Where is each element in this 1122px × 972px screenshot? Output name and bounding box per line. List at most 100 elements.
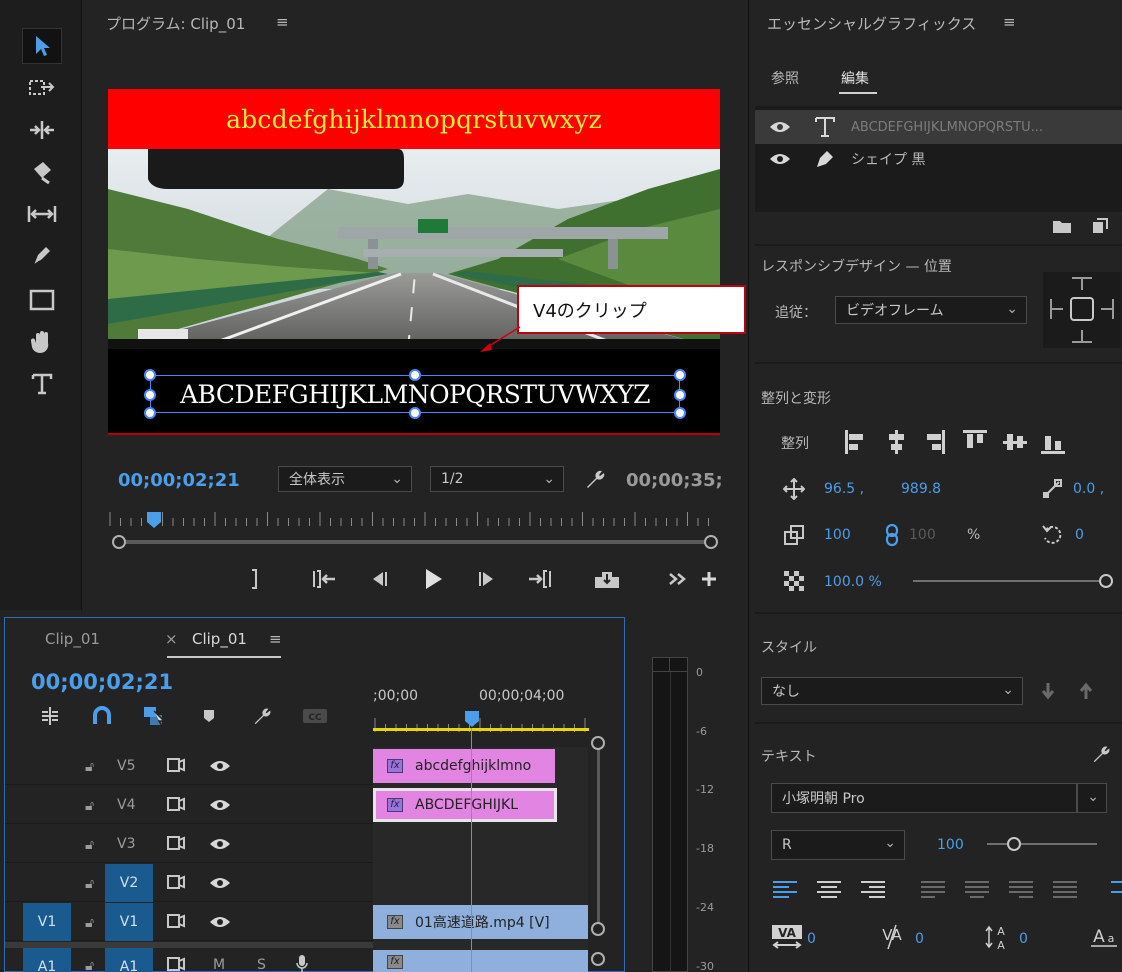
- lock-icon[interactable]: 🔓︎: [85, 798, 94, 814]
- transform-handle[interactable]: [674, 369, 686, 381]
- tab-edit[interactable]: 編集: [841, 68, 869, 88]
- lock-icon[interactable]: 🔓︎: [85, 759, 94, 775]
- timeline-menu-icon[interactable]: ≡: [269, 630, 282, 648]
- clip-v1-video[interactable]: fx 01高速道路.mp4 [V]: [373, 905, 588, 939]
- clip-v5-title[interactable]: fx abcdefghijklmno: [373, 749, 555, 783]
- kerning-value[interactable]: 0: [807, 931, 816, 947]
- position-y[interactable]: 989.8: [901, 481, 941, 497]
- lock-icon[interactable]: 🔓︎: [85, 915, 94, 931]
- sync-lock-icon[interactable]: [167, 757, 185, 777]
- program-playhead[interactable]: [146, 511, 162, 529]
- timeline-playhead[interactable]: [464, 710, 480, 728]
- eg-menu-icon[interactable]: ≡: [1003, 13, 1016, 31]
- wrench-icon[interactable]: [582, 466, 608, 492]
- track-target-a1[interactable]: A1: [105, 948, 153, 972]
- layer-row-shape[interactable]: シェイプ 黒: [755, 142, 1122, 176]
- play-icon[interactable]: [418, 564, 448, 594]
- pin-to-widget[interactable]: [1043, 272, 1121, 348]
- eye-icon[interactable]: [209, 876, 231, 894]
- font-size-slider-knob[interactable]: [1006, 837, 1021, 851]
- eye-icon[interactable]: [209, 837, 231, 855]
- title-bar-graphic[interactable]: abcdefghijklmnopqrstuvwxyz: [108, 89, 720, 149]
- lock-icon[interactable]: 🔓︎: [85, 876, 94, 892]
- font-size-slider[interactable]: [987, 837, 1099, 851]
- track-target-v1[interactable]: V1: [105, 903, 153, 941]
- font-family-dropdown[interactable]: 小塚明朝 Pro: [771, 783, 1077, 813]
- eye-icon[interactable]: [755, 144, 805, 174]
- linked-selection-icon[interactable]: [141, 704, 167, 728]
- link-icon[interactable]: [881, 522, 903, 548]
- opacity-value[interactable]: 100.0 %: [824, 574, 882, 590]
- folder-icon[interactable]: [1049, 214, 1075, 238]
- snap-icon[interactable]: [89, 704, 115, 728]
- eye-icon[interactable]: [209, 915, 231, 933]
- mute-button[interactable]: M: [213, 957, 225, 972]
- font-size-value[interactable]: 100: [937, 837, 964, 853]
- sync-lock-icon[interactable]: [167, 956, 185, 972]
- tab-browse[interactable]: 参照: [771, 68, 799, 88]
- microphone-icon[interactable]: [295, 954, 309, 972]
- program-timecode[interactable]: 00;00;02;21: [118, 470, 240, 491]
- eye-icon[interactable]: [209, 759, 231, 777]
- opacity-slider-knob[interactable]: [1099, 574, 1113, 588]
- text-case-icon[interactable]: Aa: [1087, 922, 1121, 952]
- transform-handle[interactable]: [674, 407, 686, 419]
- track-target-v2[interactable]: V2: [105, 864, 153, 902]
- source-patch-v1[interactable]: V1: [23, 903, 71, 941]
- nest-icon[interactable]: [37, 704, 63, 728]
- tab-clip-01-sequence[interactable]: Clip_01: [192, 630, 247, 648]
- work-area-bar[interactable]: [373, 728, 589, 731]
- font-family-dropdown-toggle[interactable]: ⌄: [1077, 783, 1107, 813]
- step-back-icon[interactable]: [364, 566, 392, 592]
- audio-scrollbar-handle[interactable]: [591, 952, 605, 966]
- font-style-dropdown[interactable]: R ⌄: [771, 830, 905, 860]
- rectangle-tool-icon[interactable]: [22, 282, 62, 318]
- source-patch-a1[interactable]: A1: [23, 948, 71, 972]
- sync-lock-icon[interactable]: [167, 796, 185, 816]
- clip-a1-audio[interactable]: fx: [373, 950, 588, 972]
- go-to-out-icon[interactable]: [526, 566, 554, 592]
- type-tool-icon[interactable]: [22, 366, 62, 402]
- leading-value[interactable]: 0: [1019, 931, 1028, 947]
- program-zoom-bar[interactable]: [112, 535, 718, 549]
- new-layer-icon[interactable]: [1087, 214, 1113, 238]
- tracking-value[interactable]: 0: [915, 931, 924, 947]
- transform-handle[interactable]: [144, 369, 156, 381]
- scale-value[interactable]: 100: [824, 527, 851, 543]
- follow-dropdown[interactable]: ビデオフレーム ⌄: [835, 296, 1027, 324]
- hand-tool-icon[interactable]: [22, 324, 62, 360]
- track-select-tool-icon[interactable]: [22, 70, 62, 106]
- slip-tool-icon[interactable]: [22, 196, 62, 232]
- close-icon[interactable]: ×: [165, 630, 178, 648]
- add-marker-icon[interactable]: [197, 704, 221, 728]
- transform-handle[interactable]: [144, 389, 156, 401]
- transform-handle[interactable]: [409, 369, 421, 381]
- sync-lock-icon[interactable]: [167, 835, 185, 855]
- anchor-x[interactable]: 0.0 ,: [1073, 481, 1104, 497]
- vertical-scrollbar[interactable]: [591, 736, 605, 936]
- program-menu-icon[interactable]: ≡: [276, 13, 289, 31]
- style-push-down-icon[interactable]: [1037, 680, 1059, 702]
- lock-icon[interactable]: 🔓︎: [85, 958, 94, 972]
- captions-icon[interactable]: CC: [301, 704, 329, 728]
- mark-out-icon[interactable]: [242, 566, 268, 592]
- pen-tool-icon[interactable]: [22, 238, 62, 274]
- resolution-dropdown[interactable]: 1/2 ⌄: [430, 466, 564, 492]
- transform-handle[interactable]: [409, 407, 421, 419]
- opacity-slider[interactable]: [913, 574, 1113, 588]
- position-x[interactable]: 96.5 ,: [824, 481, 864, 497]
- clip-v4-caption[interactable]: fx ABCDEFGHIJKL: [373, 788, 557, 822]
- sync-lock-icon[interactable]: [167, 874, 185, 894]
- tab-clip-01-source[interactable]: Clip_01: [45, 630, 100, 648]
- transform-handle[interactable]: [144, 407, 156, 419]
- step-forward-icon[interactable]: [474, 566, 502, 592]
- program-video-frame[interactable]: abcdefghijklmnopqrstuvwxyz ABCDEFGHIJKLM…: [108, 89, 720, 435]
- more-controls-icon[interactable]: [666, 566, 688, 592]
- wrench-icon[interactable]: [249, 704, 275, 728]
- razor-tool-icon[interactable]: [22, 154, 62, 190]
- layer-row-text[interactable]: ABCDEFGHIJKLMNOPQRSTU...: [755, 110, 1122, 144]
- style-dropdown[interactable]: なし ⌄: [761, 677, 1023, 705]
- eye-icon[interactable]: [755, 112, 805, 142]
- add-button-icon[interactable]: [696, 566, 722, 592]
- selection-tool-icon[interactable]: [22, 28, 62, 64]
